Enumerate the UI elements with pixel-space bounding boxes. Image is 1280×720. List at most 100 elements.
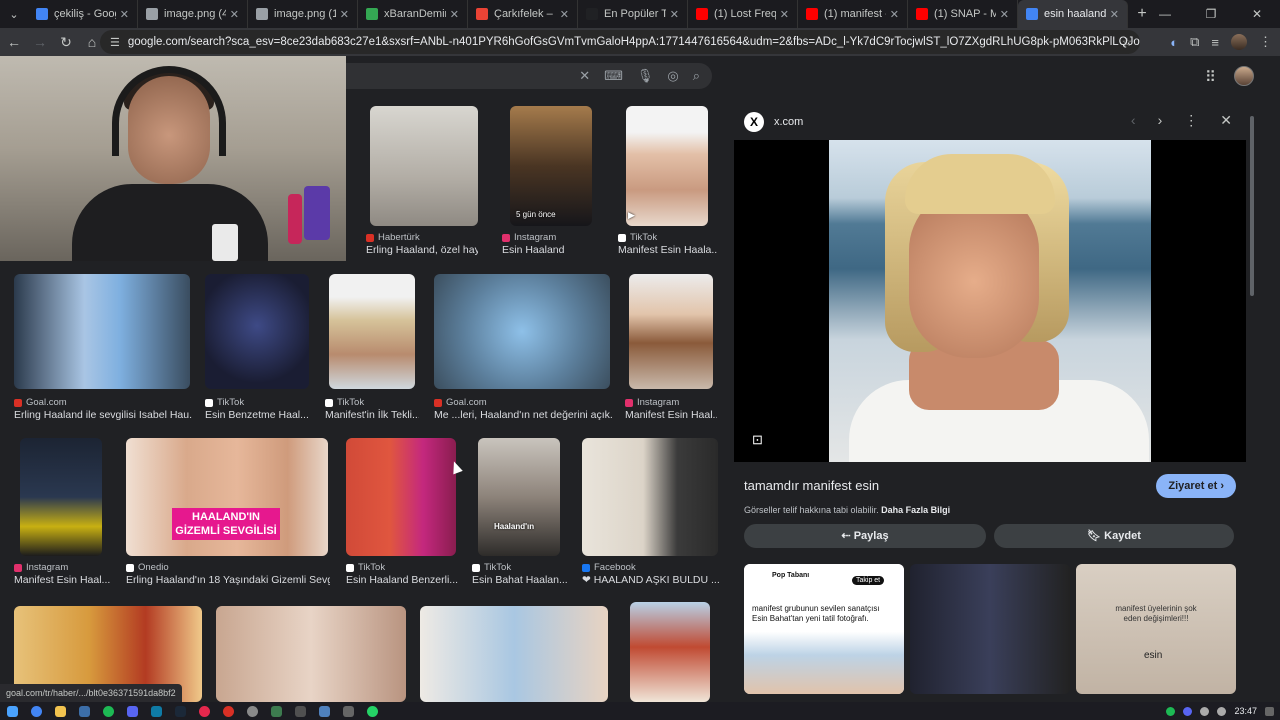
next-icon[interactable]: ›	[1158, 112, 1163, 129]
camera-icon[interactable]	[336, 702, 360, 720]
app-icon[interactable]	[72, 702, 96, 720]
folder-icon[interactable]	[48, 702, 72, 720]
preview-image-stage[interactable]: ⊡	[734, 140, 1246, 462]
spotify-tray-icon[interactable]	[1166, 706, 1176, 716]
app-icon[interactable]	[288, 702, 312, 720]
save-button[interactable]: 🔖︎ Kaydet	[994, 524, 1234, 548]
search-box[interactable]: ✕ ⌨ 🎙 ◎ ⌕	[346, 63, 712, 89]
more-info-link[interactable]: Daha Fazla Bilgi	[881, 505, 950, 515]
tab-close-icon[interactable]: ✕	[890, 8, 899, 21]
discord-tray-icon[interactable]	[1183, 706, 1193, 716]
image-result[interactable]	[216, 606, 408, 702]
apps-grid-icon[interactable]: ⠿	[1205, 68, 1216, 86]
tab-close-icon[interactable]: ✕	[120, 8, 129, 21]
preview-title[interactable]: tamamdır manifest esin	[744, 478, 879, 493]
bookmark-star-icon[interactable]: ☆	[1122, 35, 1132, 49]
minimize-icon[interactable]: —	[1142, 0, 1188, 28]
tab-close-icon[interactable]: ✕	[230, 8, 239, 21]
spotify-icon[interactable]	[96, 702, 120, 720]
previous-icon[interactable]: ‹	[1131, 112, 1136, 129]
app-icon[interactable]	[144, 702, 168, 720]
image-result[interactable]: Habertürk Erling Haaland, özel hay...	[366, 106, 478, 256]
microphone-icon[interactable]: 🎙	[637, 68, 654, 84]
image-result[interactable]: TikTok Esin Benzetme Haal...	[205, 274, 309, 424]
tab-close-icon[interactable]: ✕	[1000, 8, 1009, 21]
browser-tab[interactable]: Çarkıfelek – online ✕	[468, 0, 578, 28]
image-result[interactable]: HAALAND'IN GİZEMLİ SEVGİLİSİ Onedio Erli…	[126, 438, 330, 588]
app-icon[interactable]	[216, 702, 240, 720]
discord-icon[interactable]	[120, 702, 144, 720]
network-icon[interactable]	[1200, 706, 1210, 716]
reload-icon[interactable]: ↻	[54, 34, 78, 51]
browser-tab[interactable]: image.png (1052... ✕	[248, 0, 358, 28]
clear-icon[interactable]: ✕	[579, 68, 590, 84]
related-image[interactable]: Pop Tabanı Takip et manifest grubunun se…	[744, 564, 904, 694]
image-result[interactable]: Goal.com Me ...leri, Haaland'ın net değe…	[434, 274, 612, 424]
close-window-icon[interactable]: ✕	[1234, 0, 1280, 28]
volume-icon[interactable]	[1217, 706, 1227, 716]
image-result[interactable]	[630, 602, 712, 702]
visit-button[interactable]: Ziyaret et ›	[1156, 474, 1236, 498]
extension-icon[interactable]: ◐	[1170, 35, 1178, 50]
preview-image[interactable]	[829, 140, 1151, 462]
image-result[interactable]: Goal.com Erling Haaland ile sevgilisi Is…	[14, 274, 192, 424]
lens-search-icon[interactable]: ⊡	[752, 432, 763, 448]
tab-close-icon[interactable]: ✕	[670, 8, 679, 21]
browser-tab[interactable]: xBaranDemir - We ✕	[358, 0, 468, 28]
image-result[interactable]: TikTok Esin Haaland Benzerli...	[346, 438, 458, 588]
search-icon[interactable]: ⌕	[693, 68, 700, 84]
share-button[interactable]: ⇠ Paylaş	[744, 524, 986, 548]
image-result[interactable]: Haaland'ın TikTok Esin Bahat Haalan...	[472, 438, 572, 588]
copyright-text: Görseller telif hakkına tabi olabilir.	[744, 505, 879, 515]
browser-tab[interactable]: esin haaland - Go ✕	[1018, 0, 1128, 28]
tab-close-icon[interactable]: ✕	[450, 8, 459, 21]
menu-icon[interactable]: ⋮	[1259, 34, 1272, 50]
app-icon[interactable]	[240, 702, 264, 720]
browser-tab[interactable]: En Popüler Testler ✕	[578, 0, 688, 28]
tab-close-icon[interactable]: ✕	[780, 8, 789, 21]
related-image[interactable]	[910, 564, 1070, 694]
app-icon[interactable]	[264, 702, 288, 720]
image-result[interactable]: Instagram Manifest Esin Haal...	[625, 274, 717, 424]
steam-icon[interactable]	[168, 702, 192, 720]
image-result[interactable]	[420, 606, 610, 702]
tab-close-icon[interactable]: ✕	[340, 8, 349, 21]
tab-title: xBaranDemir - We	[384, 8, 446, 20]
back-icon[interactable]: ←	[2, 34, 26, 50]
tab-close-icon[interactable]: ✕	[1110, 8, 1119, 21]
media-icon[interactable]: ≡	[1211, 35, 1219, 50]
browser-tab[interactable]: image.png (468×... ✕	[138, 0, 248, 28]
app-icon[interactable]	[312, 702, 336, 720]
tab-close-icon[interactable]: ✕	[560, 8, 569, 21]
image-result[interactable]: ▶ TikTok Manifest Esin Haala...	[618, 106, 718, 256]
keyboard-icon[interactable]: ⌨	[604, 68, 623, 84]
extensions-puzzle-icon[interactable]: ⧉	[1190, 34, 1199, 50]
page-scrollbar[interactable]	[1248, 56, 1256, 702]
close-preview-icon[interactable]: ✕	[1220, 112, 1232, 129]
notifications-icon[interactable]	[1265, 706, 1274, 716]
browser-tab[interactable]: (1) Lost Frequenc ✕	[688, 0, 798, 28]
forward-icon[interactable]: →	[28, 34, 52, 50]
tab-search-icon[interactable]: ⌄	[0, 0, 28, 28]
browser-tab[interactable]: (1) SNAP - Manife ✕	[908, 0, 1018, 28]
start-icon[interactable]	[0, 702, 24, 720]
lens-icon[interactable]: ◎	[667, 68, 678, 84]
play-icon: ▶	[628, 210, 635, 220]
site-info-icon[interactable]: ☰	[110, 36, 120, 49]
preview-site[interactable]: x.com	[774, 116, 803, 128]
browser-tab[interactable]: (1) manifest - Am ✕	[798, 0, 908, 28]
address-bar[interactable]: ☰ google.com/search?sca_esv=8ce23dab683c…	[100, 30, 1140, 54]
app-icon[interactable]	[192, 702, 216, 720]
image-result[interactable]: TikTok Manifest'in İlk Tekli...	[325, 274, 419, 424]
image-result[interactable]: 5 gün önce Instagram Esin Haaland	[502, 106, 602, 256]
restore-icon[interactable]: ❐	[1188, 0, 1234, 28]
clock[interactable]: 23:47	[1234, 706, 1257, 716]
browser-tab[interactable]: çekiliş - Google'da ✕	[28, 0, 138, 28]
more-options-icon[interactable]: ⋮	[1184, 112, 1198, 129]
whatsapp-icon[interactable]	[360, 702, 384, 720]
image-result[interactable]: Facebook ❤ HAALAND AŞKI BULDU ...	[582, 438, 720, 588]
profile-avatar[interactable]	[1231, 34, 1247, 50]
image-result[interactable]: Instagram Manifest Esin Haal...	[14, 438, 114, 588]
chrome-icon[interactable]	[24, 702, 48, 720]
related-image[interactable]: manifest üyelerinin şok eden değişimleri…	[1076, 564, 1236, 694]
